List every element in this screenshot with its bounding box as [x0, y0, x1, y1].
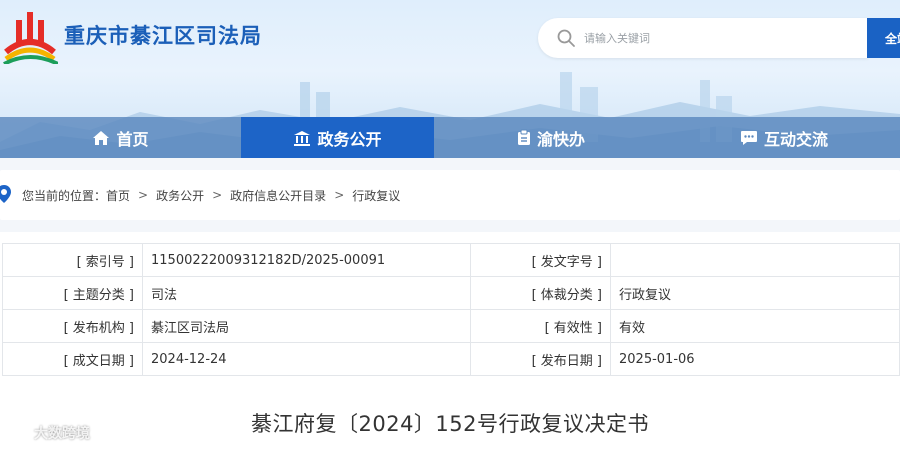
meta-label-publisher: [ 发布机构 ]: [2, 309, 143, 343]
meta-label-written-date: [ 成文日期 ]: [2, 342, 143, 376]
main-nav: 首页 政务公开 渝快办 互动交流: [0, 117, 900, 158]
home-icon: [93, 130, 110, 145]
meta-value-publisher: 綦江区司法局: [142, 309, 471, 343]
breadcrumb: 您当前的位置： 首页 > 政务公开 > 政府信息公开目录 > 行政复议: [0, 170, 900, 220]
breadcrumb-item-government-affairs[interactable]: 政务公开: [156, 187, 204, 204]
meta-label-validity: [ 有效性 ]: [470, 309, 611, 343]
nav-item-label: 首页: [116, 129, 149, 149]
nav-item-yukuaiban[interactable]: 渝快办: [434, 117, 668, 158]
document-content: [ 索引号 ] 11500222009312182D/2025-00091 [ …: [0, 232, 900, 453]
breadcrumb-item-admin-review[interactable]: 行政复议: [352, 187, 400, 204]
table-row: [ 发布机构 ] 綦江区司法局 [ 有效性 ] 有效: [2, 309, 900, 343]
search-button[interactable]: 全站: [867, 18, 900, 58]
location-pin-icon: [0, 185, 11, 203]
nav-item-label: 政务公开: [317, 129, 382, 149]
document-meta-table: [ 索引号 ] 11500222009312182D/2025-00091 [ …: [2, 243, 900, 376]
logo-icon[interactable]: [2, 6, 58, 64]
meta-label-index-number: [ 索引号 ]: [2, 243, 143, 277]
meta-value-document-number: [610, 243, 900, 277]
breadcrumb-separator: >: [138, 188, 149, 202]
watermark: 大数跨境: [6, 423, 90, 443]
clipboard-icon: [517, 129, 530, 145]
breadcrumb-item-home[interactable]: 首页: [106, 187, 130, 204]
breadcrumb-item-info-catalog[interactable]: 政府信息公开目录: [230, 187, 326, 204]
table-row: [ 主题分类 ] 司法 [ 体裁分类 ] 行政复议: [2, 276, 900, 310]
search-box: [538, 18, 868, 58]
meta-label-topic-category: [ 主题分类 ]: [2, 276, 143, 310]
document-title: 綦江府复〔2024〕152号行政复议决定书: [250, 412, 650, 436]
breadcrumb-separator: >: [212, 188, 223, 202]
meta-label-document-number: [ 发文字号 ]: [470, 243, 611, 277]
table-row: [ 成文日期 ] 2024-12-24 [ 发布日期 ] 2025-01-06: [2, 342, 900, 376]
meta-value-validity: 有效: [610, 309, 900, 343]
watermark-logo-icon: [8, 425, 29, 440]
site-title[interactable]: 重庆市綦江区司法局: [64, 20, 262, 50]
watermark-text: 大数跨境: [34, 426, 90, 442]
nav-item-interaction[interactable]: 互动交流: [668, 117, 900, 158]
nav-item-government-affairs[interactable]: 政务公开: [241, 117, 434, 158]
search-input[interactable]: [584, 28, 854, 48]
government-building-icon: [294, 130, 311, 146]
table-row: [ 索引号 ] 11500222009312182D/2025-00091 [ …: [2, 243, 900, 277]
search-icon[interactable]: [556, 28, 576, 48]
meta-label-publish-date: [ 发布日期 ]: [470, 342, 611, 376]
meta-value-topic-category: 司法: [142, 276, 471, 310]
meta-value-index-number: 11500222009312182D/2025-00091: [142, 243, 471, 277]
breadcrumb-prefix: 您当前的位置：: [22, 188, 107, 203]
nav-item-home[interactable]: 首页: [0, 117, 241, 158]
meta-value-written-date: 2024-12-24: [142, 342, 471, 376]
nav-item-label: 互动交流: [763, 129, 828, 149]
meta-value-genre-category: 行政复议: [610, 276, 900, 310]
breadcrumb-separator: >: [334, 188, 345, 202]
meta-label-genre-category: [ 体裁分类 ]: [470, 276, 611, 310]
meta-value-publish-date: 2025-01-06: [610, 342, 900, 376]
nav-item-label: 渝快办: [536, 129, 585, 149]
chat-bubble-icon: [740, 130, 757, 145]
